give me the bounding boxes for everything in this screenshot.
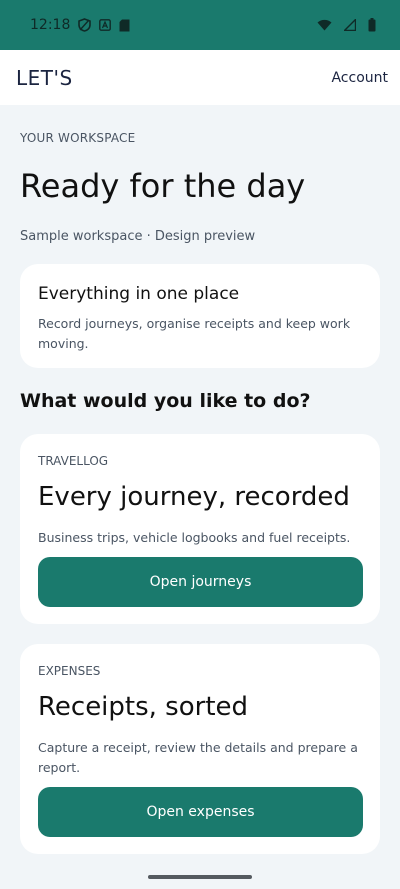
intro-card-title: Everything in one place (38, 284, 240, 304)
expenses-eyebrow: EXPENSES (38, 664, 101, 678)
sd-card-icon (119, 19, 130, 32)
travellog-card: TRAVELLOG Every journey, recorded Busine… (20, 434, 380, 624)
battery-icon (368, 18, 376, 32)
intro-card-body: Record journeys, organise receipts and k… (38, 316, 351, 351)
travellog-body: Business trips, vehicle logbooks and fue… (38, 530, 351, 545)
status-bar: 12:18 (0, 0, 400, 50)
status-right-icons (317, 18, 384, 32)
expenses-body: Capture a receipt, review the details an… (38, 740, 358, 775)
travellog-title: Every journey, recorded (38, 482, 350, 512)
status-time: 12:18 (30, 17, 71, 33)
privacy-shield-icon (78, 18, 92, 32)
expenses-title: Receipts, sorted (38, 692, 249, 722)
workspace-eyebrow: YOUR WORKSPACE (20, 131, 136, 145)
workspace-subtitle: Sample workspace · Design preview (20, 229, 256, 244)
wifi-icon (317, 19, 332, 31)
page-title: Ready for the day (20, 167, 306, 205)
cell-signal-icon (344, 19, 356, 31)
intro-card: Everything in one place Record journeys,… (20, 264, 380, 368)
main-content: YOUR WORKSPACE Ready for the day Sample … (0, 105, 400, 889)
gesture-navigation-bar[interactable] (148, 875, 252, 879)
open-expenses-button[interactable]: Open expenses (38, 787, 363, 837)
travellog-eyebrow: TRAVELLOG (38, 454, 109, 468)
a-badge-icon (99, 19, 112, 31)
section-heading: What would you like to do? (20, 390, 311, 412)
app-bar: LET'S Account (0, 50, 400, 105)
open-journeys-button[interactable]: Open journeys (38, 557, 363, 607)
account-link[interactable]: Account (331, 70, 388, 86)
brand-logo: LET'S (16, 65, 73, 90)
expenses-card: EXPENSES Receipts, sorted Capture a rece… (20, 644, 380, 854)
